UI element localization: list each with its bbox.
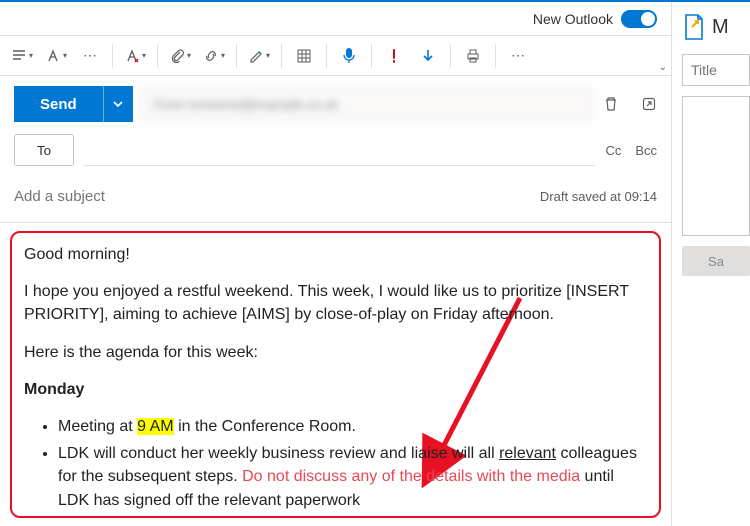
- draft-saved-label: Draft saved at 09:14: [540, 189, 657, 204]
- low-importance-icon[interactable]: [412, 40, 444, 72]
- body-day-heading: Monday: [24, 378, 647, 401]
- note-title-input[interactable]: [682, 54, 750, 86]
- new-outlook-toggle[interactable]: [621, 10, 657, 28]
- body-bullet-1: Meeting at 9 AM in the Conference Room.: [58, 415, 647, 438]
- new-outlook-label: New Outlook: [533, 11, 613, 27]
- link-icon[interactable]: ▾: [198, 40, 230, 72]
- bcc-button[interactable]: Bcc: [635, 143, 657, 158]
- signature-icon[interactable]: ▾: [243, 40, 275, 72]
- body-agenda-lead: Here is the agenda for this week:: [24, 341, 647, 364]
- send-button-group: Send: [14, 86, 133, 122]
- body-highlight-box: Good morning! I hope you enjoyed a restf…: [10, 231, 661, 518]
- send-button[interactable]: Send: [14, 86, 103, 122]
- body-intro: I hope you enjoyed a restful weekend. Th…: [24, 280, 647, 326]
- subject-row: Draft saved at 09:14: [0, 172, 671, 223]
- importance-icon[interactable]: [378, 40, 410, 72]
- to-button[interactable]: To: [14, 134, 74, 166]
- dictate-icon[interactable]: [333, 40, 365, 72]
- new-outlook-toggle-row: New Outlook: [0, 2, 671, 36]
- cc-button[interactable]: Cc: [605, 143, 621, 158]
- note-body-input[interactable]: [682, 96, 750, 236]
- send-row: Send From someone@example.co.uk: [0, 76, 671, 128]
- note-save-button[interactable]: Sa: [682, 246, 750, 276]
- body-greeting: Good morning!: [24, 243, 647, 266]
- toggle-thumb: [641, 12, 655, 26]
- delete-icon[interactable]: [603, 96, 619, 112]
- to-input[interactable]: [84, 134, 595, 166]
- clear-format-icon[interactable]: ▾: [119, 40, 151, 72]
- from-field[interactable]: From someone@example.co.uk: [143, 87, 593, 121]
- right-pane-header: M: [682, 10, 750, 44]
- popout-icon[interactable]: [641, 96, 657, 112]
- table-icon[interactable]: [288, 40, 320, 72]
- email-body[interactable]: Good morning! I hope you enjoyed a restf…: [24, 243, 647, 512]
- more-format-icon[interactable]: ⋯: [74, 40, 106, 72]
- more-ribbon-icon[interactable]: ⋯: [502, 40, 534, 72]
- ribbon-expand-icon[interactable]: ⌄: [659, 62, 667, 73]
- right-pane-title: M: [712, 16, 729, 39]
- send-split-button[interactable]: [103, 86, 133, 122]
- time-highlight: 9 AM: [137, 418, 173, 435]
- right-pane: M Sa: [672, 2, 750, 526]
- body-bullet-2: LDK will conduct her weekly business rev…: [58, 442, 647, 512]
- format-icon[interactable]: ▾: [6, 40, 38, 72]
- attach-icon[interactable]: ▾: [164, 40, 196, 72]
- quick-note-icon: [682, 13, 706, 41]
- ribbon-toolbar: ▾ ▾ ⋯ ▾ ▾ ▾ ▾ ⋯ ⌄: [0, 36, 671, 76]
- to-row: To Cc Bcc: [0, 128, 671, 172]
- subject-input[interactable]: [14, 182, 540, 210]
- print-icon[interactable]: [457, 40, 489, 72]
- body-area: Good morning! I hope you enjoyed a restf…: [0, 223, 671, 526]
- font-icon[interactable]: ▾: [40, 40, 72, 72]
